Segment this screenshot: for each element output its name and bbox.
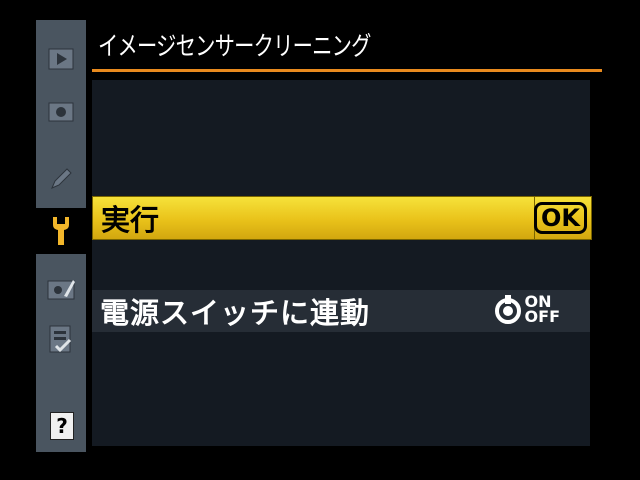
my-menu-icon[interactable]: [36, 316, 86, 362]
menu-item-power-switch-link[interactable]: 電源スイッチに連動 ON OFF: [92, 290, 590, 332]
menu-item-label: 実行: [101, 203, 160, 237]
help-icon[interactable]: ?: [50, 412, 74, 440]
power-off-label: OFF: [524, 307, 560, 326]
menu-sidebar: ?: [36, 20, 86, 452]
wrench-icon[interactable]: [36, 208, 86, 254]
power-switch-icon: ON OFF: [493, 293, 560, 325]
ok-button-icon: OK: [534, 202, 587, 234]
pencil-icon[interactable]: [36, 156, 86, 202]
power-dial-icon: [494, 295, 521, 324]
page-title: イメージセンサークリーニング: [98, 32, 371, 62]
camera-icon[interactable]: [36, 88, 86, 134]
menu-panel: [92, 80, 590, 446]
menu-item-execute[interactable]: 実行 OK: [92, 196, 592, 240]
title-divider: [92, 69, 602, 72]
retouch-icon[interactable]: [36, 266, 86, 312]
playback-icon[interactable]: [36, 36, 86, 82]
help-label: ?: [56, 414, 68, 438]
menu-item-label: 電源スイッチに連動: [100, 296, 371, 330]
